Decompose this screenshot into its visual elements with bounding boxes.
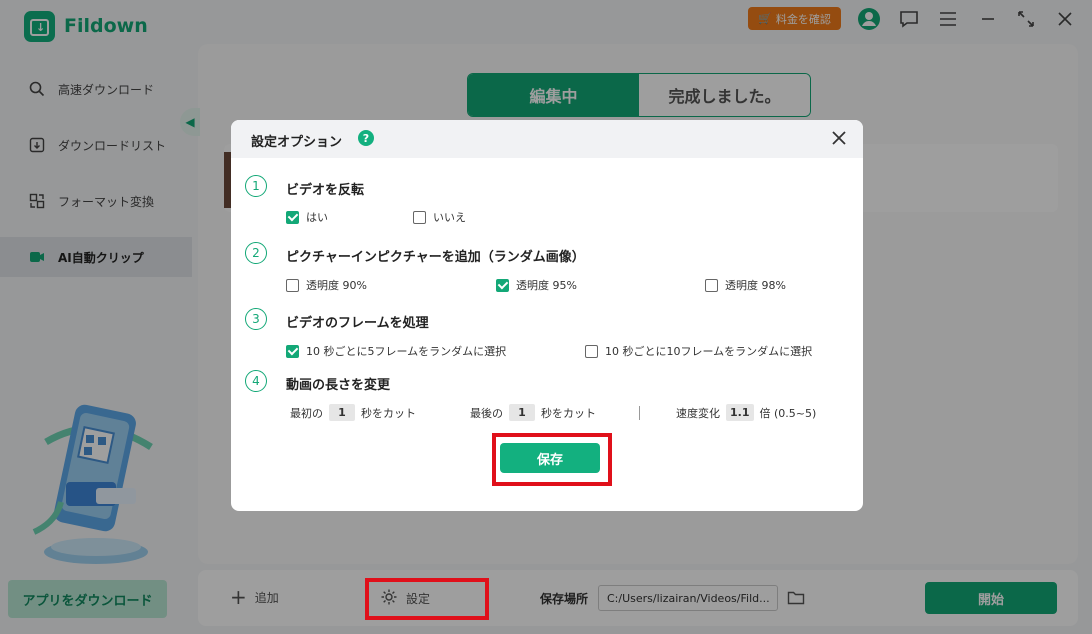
dialog-header: 設定オプション ? <box>231 120 863 158</box>
dialog-title: 設定オプション <box>251 135 343 150</box>
speed-input[interactable]: 1.1 <box>726 404 754 421</box>
cut-end-prefix: 最後の <box>470 406 503 420</box>
cut-end-group: 最後の 1 秒をカット <box>470 404 596 421</box>
checkbox-checked <box>286 344 299 358</box>
opacity-90-checkbox[interactable]: 透明度 90% <box>286 277 367 293</box>
section-title-frames: ビデオのフレームを処理 <box>286 316 429 331</box>
option-label: はい <box>306 211 328 224</box>
option-label: 透明度 98% <box>725 279 786 292</box>
option-label: 10 秒ごとに10フレームをランダムに選択 <box>605 345 813 358</box>
flip-no-checkbox[interactable]: いいえ <box>413 209 466 225</box>
close-icon[interactable] <box>827 126 851 150</box>
checkbox-unchecked <box>705 278 718 292</box>
flip-yes-checkbox[interactable]: はい <box>286 209 328 225</box>
checkbox-unchecked <box>585 344 598 358</box>
speed-prefix: 速度変化 <box>676 406 720 420</box>
checkbox-checked <box>286 210 299 224</box>
length-settings-row: 最初の 1 秒をカット 最後の 1 秒をカット 速度変化 1.1 倍 (0.5~… <box>290 404 840 424</box>
section-number: 1 <box>245 175 267 197</box>
cut-start-input[interactable]: 1 <box>329 404 355 421</box>
cut-end-suffix: 秒をカット <box>541 406 596 420</box>
checkbox-unchecked <box>413 210 426 224</box>
section-number: 2 <box>245 242 267 264</box>
cut-start-suffix: 秒をカット <box>361 406 416 420</box>
cut-end-input[interactable]: 1 <box>509 404 535 421</box>
cut-start-prefix: 最初の <box>290 406 323 420</box>
option-label: いいえ <box>433 211 466 224</box>
frames-10-checkbox[interactable]: 10 秒ごとに10フレームをランダムに選択 <box>585 343 812 359</box>
cut-start-group: 最初の 1 秒をカット <box>290 404 416 421</box>
section-title-length: 動画の長さを変更 <box>286 378 391 393</box>
option-label: 透明度 90% <box>306 279 367 292</box>
option-label: 10 秒ごとに5フレームをランダムに選択 <box>306 345 507 358</box>
help-icon[interactable]: ? <box>358 130 374 146</box>
section-number: 3 <box>245 308 267 330</box>
section-title-pip: ピクチャーインピクチャーを追加（ランダム画像） <box>286 250 585 265</box>
checkbox-checked <box>496 278 509 292</box>
option-label: 透明度 95% <box>516 279 577 292</box>
speed-group: 速度変化 1.1 倍 (0.5~5) <box>676 404 816 421</box>
checkbox-unchecked <box>286 278 299 292</box>
speed-suffix: 倍 (0.5~5) <box>759 406 817 420</box>
divider <box>639 406 640 420</box>
settings-button-highlight <box>365 578 489 620</box>
opacity-98-checkbox[interactable]: 透明度 98% <box>705 277 786 293</box>
opacity-95-checkbox[interactable]: 透明度 95% <box>496 277 577 293</box>
frames-5-checkbox[interactable]: 10 秒ごとに5フレームをランダムに選択 <box>286 343 506 359</box>
section-number: 4 <box>245 370 267 392</box>
section-title-flip: ビデオを反転 <box>286 183 365 198</box>
save-button-highlight <box>492 433 612 486</box>
